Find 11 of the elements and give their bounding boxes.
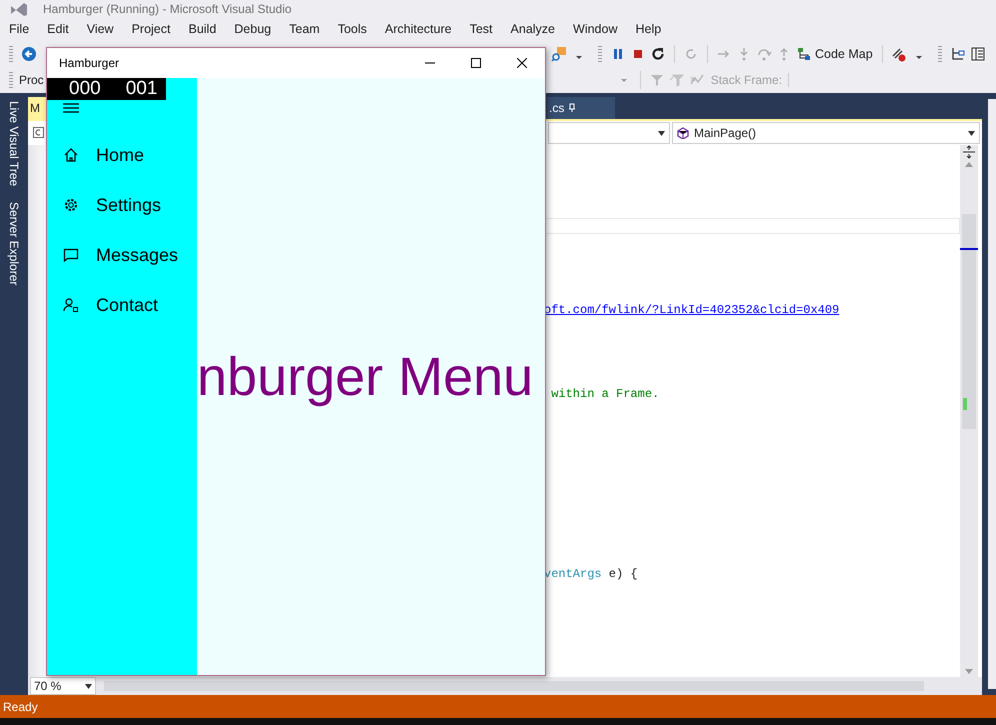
status-text: Ready xyxy=(0,695,996,718)
member-name: MainPage() xyxy=(694,126,758,140)
page-heading: nburger Menu xyxy=(197,346,534,408)
stack-frame-label: Stack Frame: xyxy=(710,72,790,86)
window-title: Hamburger (Running) - Microsoft Visual Studio xyxy=(43,2,292,16)
counter-value: 000 xyxy=(69,78,101,100)
counter-value: 001 xyxy=(126,78,158,100)
window-title: Hamburger xyxy=(58,56,120,70)
code-line: within a Frame. xyxy=(550,386,660,402)
code-line: ventArgs e) { xyxy=(544,566,639,582)
process-label: Proc xyxy=(19,72,44,86)
